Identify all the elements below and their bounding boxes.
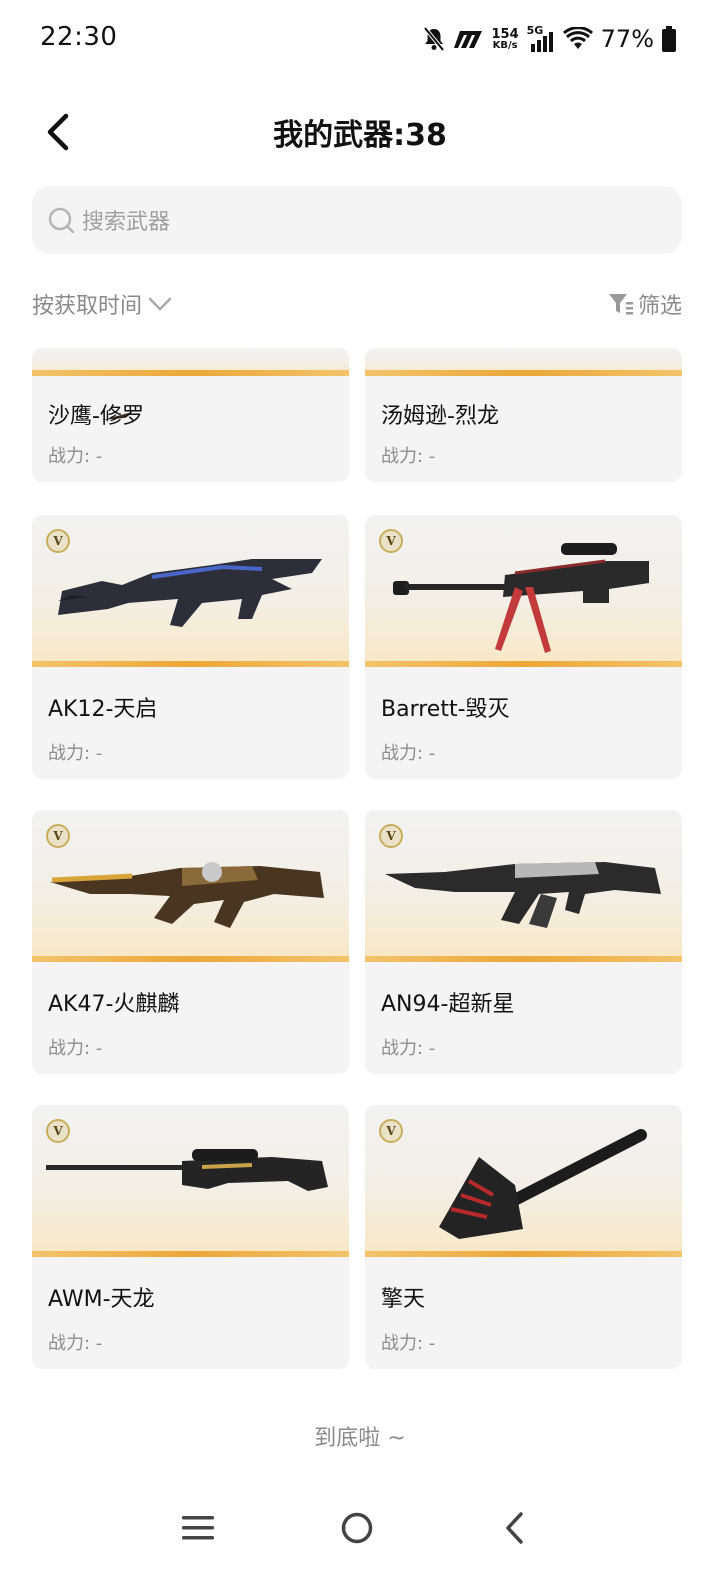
vip-badge-icon: V (46, 529, 70, 553)
status-bar: 22:30 154 KB/s 5G 77% (0, 0, 720, 80)
vip-badge-icon: V (46, 1119, 70, 1143)
vip-badge-icon: V (379, 529, 403, 553)
weapon-name: 沙鹰-修罗 (48, 404, 144, 429)
weapon-name: AWM-天龙 (48, 1287, 155, 1312)
net-speed-unit: KB/s (492, 39, 518, 51)
weapon-name: AN94-超新星 (381, 992, 515, 1017)
weapon-card[interactable]: V AWM-天龙 战力: - (32, 1105, 349, 1369)
bell-mute-icon (422, 26, 446, 52)
nfc-icon (453, 28, 484, 50)
vip-badge-icon: V (46, 824, 70, 848)
weapon-image (365, 515, 682, 667)
net-speed: 154 KB/s (492, 28, 519, 51)
weapon-card[interactable]: 汤姆逊-烈龙 战力: - (365, 348, 682, 482)
network-type-label: 5G (526, 24, 544, 37)
vip-badge-icon: V (379, 824, 403, 848)
weapon-grid: 沙鹰-修罗 战力: - 汤姆逊-烈龙 战力: - V AK12-天启 战力: - (0, 348, 720, 1378)
menu-icon (182, 1516, 214, 1540)
weapon-card[interactable]: V 擎天 战力: - (365, 1105, 682, 1369)
weapon-name: 擎天 (381, 1287, 426, 1312)
weapon-image (32, 348, 349, 420)
search-icon (48, 207, 74, 233)
weapon-image (32, 515, 349, 667)
sort-dropdown[interactable]: 按获取时间 (32, 288, 172, 320)
search-placeholder: 搜索武器 (82, 210, 171, 235)
weapon-image (365, 348, 682, 376)
battery-percent: 77% (600, 25, 654, 53)
weapon-power: 战力: - (381, 1038, 436, 1059)
weapon-power: 战力: - (381, 1333, 436, 1354)
weapon-card[interactable]: V AK12-天启 战力: - (32, 515, 349, 779)
weapon-name: AK12-天启 (48, 697, 158, 722)
weapon-image (365, 1105, 682, 1257)
weapon-power: 战力: - (381, 743, 436, 764)
system-nav-bar (0, 1490, 720, 1562)
weapon-image (365, 810, 682, 962)
wifi-icon (562, 27, 593, 51)
filter-label: 筛选 (637, 294, 682, 319)
end-of-list-text: 到底啦 ~ (314, 1426, 406, 1451)
weapon-card[interactable]: V AK47-火麒麟 战力: - (32, 810, 349, 1074)
menu-button[interactable] (174, 1504, 222, 1552)
weapon-power: 战力: - (48, 1038, 103, 1059)
weapon-image (32, 810, 349, 962)
home-button[interactable] (333, 1504, 381, 1552)
back-arrow-icon (506, 1512, 523, 1544)
status-time: 22:30 (40, 22, 118, 52)
weapon-power: 战力: - (48, 1333, 103, 1354)
signal-icon: 5G (527, 24, 555, 54)
sort-filter-bar: 按获取时间 筛选 (32, 284, 682, 324)
weapon-name: AK47-火麒麟 (48, 992, 180, 1017)
sort-label: 按获取时间 (32, 294, 143, 319)
weapon-name: 汤姆逊-烈龙 (381, 404, 499, 429)
battery-icon (662, 26, 676, 52)
nav-back-button[interactable] (490, 1504, 538, 1552)
filter-icon (608, 294, 633, 315)
search-input[interactable]: 搜索武器 (32, 186, 682, 254)
weapon-image (32, 1105, 349, 1257)
header: 我的武器:38 (0, 100, 720, 164)
weapon-name: Barrett-毁灭 (381, 697, 510, 722)
weapon-card[interactable]: V AN94-超新星 战力: - (365, 810, 682, 1074)
filter-button[interactable]: 筛选 (608, 288, 682, 320)
home-circle-icon (341, 1512, 373, 1544)
chevron-down-icon (148, 297, 172, 311)
status-icons: 154 KB/s 5G 77% (422, 22, 676, 56)
page-title: 我的武器:38 (273, 118, 447, 153)
weapon-power: 战力: - (48, 446, 103, 467)
weapon-power: 战力: - (48, 743, 103, 764)
weapon-card[interactable]: V Barrett-毁灭 战力: - (365, 515, 682, 779)
weapon-power: 战力: - (381, 446, 436, 467)
net-speed-value: 154 (491, 26, 519, 42)
vip-badge-icon: V (379, 1119, 403, 1143)
weapon-card[interactable]: 沙鹰-修罗 战力: - (32, 348, 349, 482)
